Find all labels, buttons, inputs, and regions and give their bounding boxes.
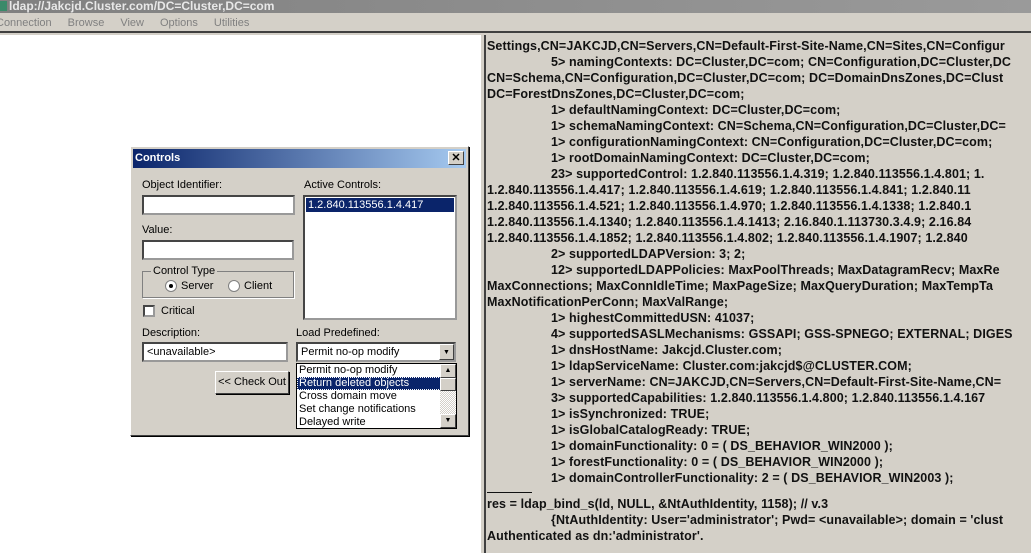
- output-line: {NtAuthIdentity: User='administrator'; P…: [551, 513, 1004, 527]
- option-cross-domain-move[interactable]: Cross domain move: [297, 390, 441, 403]
- dropdown-scrollbar[interactable]: ▲ ▼: [440, 364, 456, 428]
- output-line: 1> schemaNamingContext: CN=Schema,CN=Con…: [551, 119, 1006, 133]
- checkbox-icon: [143, 305, 155, 317]
- server-label: Server: [181, 280, 214, 292]
- menu-options[interactable]: Options: [160, 14, 206, 31]
- object-identifier-input[interactable]: [142, 195, 295, 215]
- scroll-up-icon[interactable]: ▲: [440, 364, 456, 378]
- scroll-down-icon[interactable]: ▼: [440, 414, 456, 428]
- select-value: Permit no-op modify: [301, 346, 400, 358]
- output-line: 1> configurationNamingContext: CN=Config…: [551, 135, 993, 149]
- critical-label: Critical: [161, 305, 195, 317]
- dialog-title-bar: Controls ✕: [133, 149, 466, 168]
- output-line: 1> highestCommittedUSN: 41037;: [551, 311, 755, 325]
- output-line: 1> isSynchronized: TRUE;: [551, 407, 710, 421]
- output-line: 1> domainControllerFunctionality: 2 = ( …: [551, 471, 954, 485]
- output-line: 1> forestFunctionality: 0 = ( DS_BEHAVIO…: [551, 455, 884, 469]
- output-line: 1.2.840.113556.1.4.417; 1.2.840.113556.1…: [487, 183, 971, 197]
- separator: [487, 492, 532, 493]
- dialog-title: Controls: [135, 152, 181, 164]
- value-input[interactable]: [142, 240, 294, 260]
- list-item[interactable]: 1.2.840.113556.1.4.417: [306, 198, 454, 212]
- window-title: ldap://Jakcjd.Cluster.com/DC=Cluster,DC=…: [9, 0, 275, 13]
- menu-utilities[interactable]: Utilities: [214, 14, 257, 31]
- server-radio[interactable]: Server: [165, 280, 213, 292]
- output-line: 4> supportedSASLMechanisms: GSSAPI; GSS-…: [551, 327, 1013, 341]
- output-line: 1> isGlobalCatalogReady: TRUE;: [551, 423, 751, 437]
- control-type-group: Control Type Server Client: [142, 265, 294, 298]
- description-label: Description:: [142, 327, 201, 339]
- check-out-button[interactable]: << Check Out: [215, 371, 289, 394]
- window-title-bar: ldap://Jakcjd.Cluster.com/DC=Cluster,DC=…: [0, 0, 1031, 13]
- predefined-dropdown-list[interactable]: Permit no-op modify Return deleted objec…: [296, 363, 457, 429]
- active-controls-list[interactable]: 1.2.840.113556.1.4.417: [303, 195, 457, 320]
- radio-selected-icon: [165, 280, 177, 292]
- output-line: res = ldap_bind_s(ld, NULL, &NtAuthIdent…: [487, 497, 829, 511]
- menu-bar: Connection Browse View Options Utilities: [0, 14, 1031, 33]
- output-line: 1> serverName: CN=JAKCJD,CN=Servers,CN=D…: [551, 375, 1002, 389]
- output-line: 23> supportedControl: 1.2.840.113556.1.4…: [551, 167, 985, 181]
- output-line: 1> ldapServiceName: Cluster.com:jakcjd$@…: [551, 359, 912, 373]
- client-radio[interactable]: Client: [228, 280, 272, 292]
- option-delayed-write[interactable]: Delayed write: [297, 416, 441, 429]
- active-controls-label: Active Controls:: [304, 179, 382, 191]
- radio-icon: [228, 280, 240, 292]
- output-line: Settings,CN=JAKCJD,CN=Servers,CN=Default…: [487, 39, 1005, 53]
- output-line: 2> supportedLDAPVersion: 3; 2;: [551, 247, 746, 261]
- menu-browse[interactable]: Browse: [68, 14, 113, 31]
- output-line: Authenticated as dn:'administrator'.: [487, 529, 704, 543]
- output-line: 12> supportedLDAPPolicies: MaxPoolThread…: [551, 263, 1000, 277]
- client-label: Client: [244, 280, 273, 292]
- menu-connection[interactable]: Connection: [0, 14, 60, 31]
- critical-checkbox[interactable]: Critical: [143, 305, 195, 317]
- object-identifier-label: Object Identifier:: [142, 179, 223, 191]
- controls-dialog: Controls ✕ Object Identifier: Value: Con…: [130, 146, 469, 436]
- value-label: Value:: [142, 224, 173, 236]
- load-predefined-select[interactable]: Permit no-op modify ▼: [296, 342, 456, 362]
- control-type-label: Control Type: [151, 265, 218, 277]
- dropdown-arrow-icon[interactable]: ▼: [439, 344, 454, 360]
- output-line: CN=Schema,CN=Configuration,DC=Cluster,DC…: [487, 71, 1004, 85]
- output-line: 1> defaultNamingContext: DC=Cluster,DC=c…: [551, 103, 841, 117]
- output-line: MaxConnections; MaxConnIdleTime; MaxPage…: [487, 279, 994, 293]
- output-line: 1.2.840.113556.1.4.521; 1.2.840.113556.1…: [487, 199, 972, 213]
- option-permit-no-op-modify[interactable]: Permit no-op modify: [297, 364, 441, 377]
- load-predefined-label: Load Predefined:: [296, 327, 380, 339]
- app-icon: [0, 1, 7, 11]
- output-line: 1.2.840.113556.1.4.1340; 1.2.840.113556.…: [487, 215, 972, 229]
- output-pane[interactable]: Settings,CN=JAKCJD,CN=Servers,CN=Default…: [486, 35, 1031, 553]
- output-line: 1> dnsHostName: Jakcjd.Cluster.com;: [551, 343, 783, 357]
- menu-view[interactable]: View: [120, 14, 152, 31]
- output-line: 1> rootDomainNamingContext: DC=Cluster,D…: [551, 151, 870, 165]
- description-input[interactable]: <unavailable>: [142, 342, 288, 362]
- output-line: 5> namingContexts: DC=Cluster,DC=com; CN…: [551, 55, 1011, 69]
- close-button[interactable]: ✕: [448, 151, 464, 165]
- output-line: MaxNotificationPerConn; MaxValRange;: [487, 295, 729, 309]
- option-set-change-notifications[interactable]: Set change notifications: [297, 403, 441, 416]
- scroll-thumb[interactable]: [440, 378, 456, 391]
- output-line: 1> domainFunctionality: 0 = ( DS_BEHAVIO…: [551, 439, 893, 453]
- output-line: DC=ForestDnsZones,DC=Cluster,DC=com;: [487, 87, 745, 101]
- close-icon: ✕: [451, 152, 461, 164]
- output-line: 1.2.840.113556.1.4.1852; 1.2.840.113556.…: [487, 231, 968, 245]
- option-return-deleted-objects[interactable]: Return deleted objects: [297, 377, 441, 390]
- output-line: 3> supportedCapabilities: 1.2.840.113556…: [551, 391, 986, 405]
